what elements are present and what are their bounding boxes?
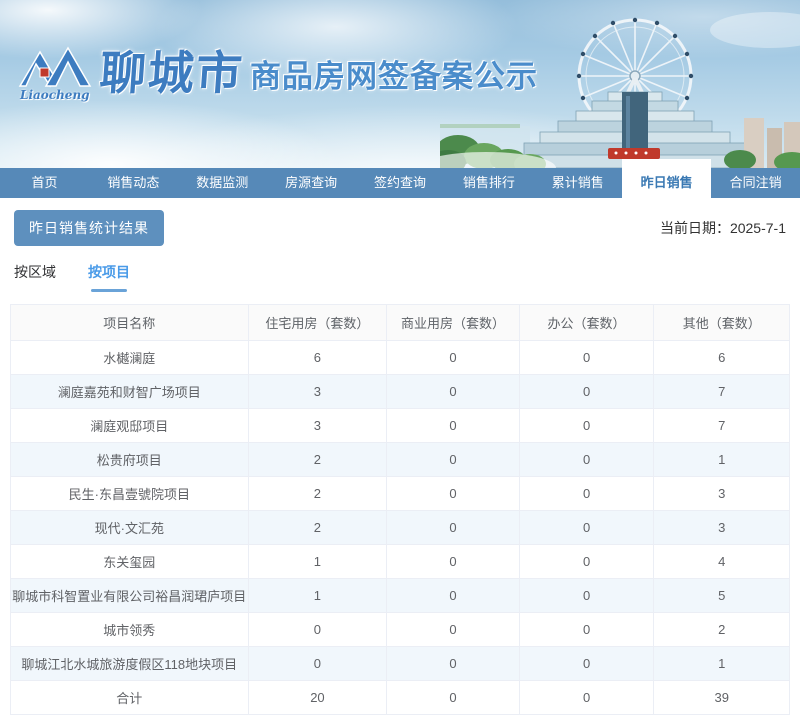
count-cell: 0 <box>518 442 655 477</box>
count-cell: 1 <box>247 544 388 579</box>
nav-item-contract-cancel[interactable]: 合同注销 <box>711 168 800 198</box>
table-row: 澜庭观邸项目 3 0 0 7 <box>10 408 790 443</box>
table-row: 水樾澜庭 6 0 0 6 <box>10 340 790 375</box>
table-row: 澜庭嘉苑和财智广场项目 3 0 0 7 <box>10 374 790 409</box>
project-name-cell: 聊城江北水城旅游度假区118地块项目 <box>10 646 249 681</box>
project-name-cell: 民生·东昌壹號院项目 <box>10 476 249 511</box>
table-row: 现代·文汇苑 2 0 0 3 <box>10 510 790 545</box>
count-cell: 0 <box>518 408 655 443</box>
table-header-row: 项目名称 住宅用房（套数） 商业用房（套数） 办公（套数） 其他（套数） <box>10 304 790 341</box>
count-cell: 2 <box>247 442 388 477</box>
count-cell: 1 <box>653 646 790 681</box>
sales-statistics-table-wrap: 项目名称 住宅用房（套数） 商业用房（套数） 办公（套数） 其他（套数） 水樾澜… <box>10 304 790 715</box>
header-banner: Liaocheng 聊城市 商品房网签备案公示 <box>0 0 800 168</box>
count-cell: 20 <box>247 680 388 715</box>
col-residential: 住宅用房（套数） <box>247 304 388 341</box>
count-cell: 0 <box>386 646 520 681</box>
count-cell: 1 <box>653 442 790 477</box>
count-cell: 3 <box>653 510 790 545</box>
project-name-cell: 澜庭观邸项目 <box>10 408 249 443</box>
count-cell: 2 <box>653 612 790 647</box>
count-cell: 0 <box>518 680 655 715</box>
nav-item-home[interactable]: 首页 <box>0 168 89 198</box>
logo-script-text: Liaocheng <box>20 88 90 102</box>
count-cell: 0 <box>518 646 655 681</box>
count-cell: 3 <box>653 476 790 511</box>
table-row: 聊城市科智置业有限公司裕昌润珺庐项目 1 0 0 5 <box>10 578 790 613</box>
nav-item-sales-ranking[interactable]: 销售排行 <box>444 168 533 198</box>
count-cell: 0 <box>518 340 655 375</box>
count-cell: 3 <box>247 374 388 409</box>
city-title: 聊城市 <box>98 47 246 99</box>
count-cell: 0 <box>518 578 655 613</box>
count-cell: 39 <box>653 680 790 715</box>
project-name-cell: 现代·文汇苑 <box>10 510 249 545</box>
col-office: 办公（套数） <box>518 304 655 341</box>
project-name-cell: 松贵府项目 <box>10 442 249 477</box>
project-name-cell: 澜庭嘉苑和财智广场项目 <box>10 374 249 409</box>
nav-item-listing-query[interactable]: 房源查询 <box>267 168 356 198</box>
table-row: 民生·东昌壹號院项目 2 0 0 3 <box>10 476 790 511</box>
count-cell: 6 <box>247 340 388 375</box>
tab-by-project[interactable]: 按项目 <box>88 262 130 296</box>
site-title: 商品房网签备案公示 <box>250 59 538 94</box>
count-cell: 0 <box>386 544 520 579</box>
count-cell: 0 <box>386 408 520 443</box>
nav-item-data-monitor[interactable]: 数据监测 <box>178 168 267 198</box>
project-name-cell: 城市领秀 <box>10 612 249 647</box>
col-project-name: 项目名称 <box>10 304 249 341</box>
count-cell: 0 <box>518 510 655 545</box>
current-date-value: 2025-7-1 <box>729 220 786 236</box>
liaocheng-mountain-logo-icon: Liaocheng <box>16 40 98 102</box>
nav-item-sales-dynamics[interactable]: 销售动态 <box>89 168 178 198</box>
count-cell: 0 <box>247 646 388 681</box>
project-name-cell: 合计 <box>10 680 249 715</box>
main-nav: 首页 销售动态 数据监测 房源查询 签约查询 销售排行 累计销售 昨日销售 合同… <box>0 159 800 207</box>
count-cell: 0 <box>386 680 520 715</box>
count-cell: 0 <box>247 612 388 647</box>
project-name-cell: 水樾澜庭 <box>10 340 249 375</box>
current-date-label: 当前日期： <box>659 220 730 236</box>
count-cell: 0 <box>518 612 655 647</box>
count-cell: 6 <box>653 340 790 375</box>
section-title-badge: 昨日销售统计结果 <box>14 210 164 246</box>
count-cell: 0 <box>518 544 655 579</box>
count-cell: 0 <box>518 476 655 511</box>
table-row: 聊城江北水城旅游度假区118地块项目 0 0 0 1 <box>10 646 790 681</box>
count-cell: 2 <box>247 510 388 545</box>
tab-by-region[interactable]: 按区域 <box>14 262 56 296</box>
count-cell: 4 <box>653 544 790 579</box>
count-cell: 2 <box>247 476 388 511</box>
count-cell: 0 <box>386 612 520 647</box>
count-cell: 0 <box>386 578 520 613</box>
count-cell: 5 <box>653 578 790 613</box>
current-date: 当前日期：2025-7-1 <box>660 218 786 238</box>
table-row: 城市领秀 0 0 0 2 <box>10 612 790 647</box>
project-name-cell: 聊城市科智置业有限公司裕昌润珺庐项目 <box>10 578 249 613</box>
count-cell: 7 <box>653 374 790 409</box>
col-commercial: 商业用房（套数） <box>386 304 520 341</box>
table-row: 东关玺园 1 0 0 4 <box>10 544 790 579</box>
count-cell: 0 <box>386 374 520 409</box>
count-cell: 1 <box>247 578 388 613</box>
count-cell: 0 <box>386 442 520 477</box>
table-row: 松贵府项目 2 0 0 1 <box>10 442 790 477</box>
count-cell: 0 <box>518 374 655 409</box>
table-total-row: 合计 20 0 0 39 <box>10 680 790 715</box>
view-tabs: 按区域 按项目 <box>14 262 800 296</box>
project-name-cell: 东关玺园 <box>10 544 249 579</box>
count-cell: 0 <box>386 476 520 511</box>
site-brand: Liaocheng 聊城市 商品房网签备案公示 <box>16 40 538 102</box>
count-cell: 3 <box>247 408 388 443</box>
nav-item-yesterday-sales[interactable]: 昨日销售 <box>622 159 712 207</box>
col-other: 其他（套数） <box>653 304 790 341</box>
count-cell: 0 <box>386 340 520 375</box>
count-cell: 0 <box>386 510 520 545</box>
nav-item-cumulative-sales[interactable]: 累计销售 <box>533 168 622 198</box>
nav-item-signing-query[interactable]: 签约查询 <box>356 168 445 198</box>
sales-statistics-table: 项目名称 住宅用房（套数） 商业用房（套数） 办公（套数） 其他（套数） 水樾澜… <box>10 304 790 715</box>
count-cell: 7 <box>653 408 790 443</box>
